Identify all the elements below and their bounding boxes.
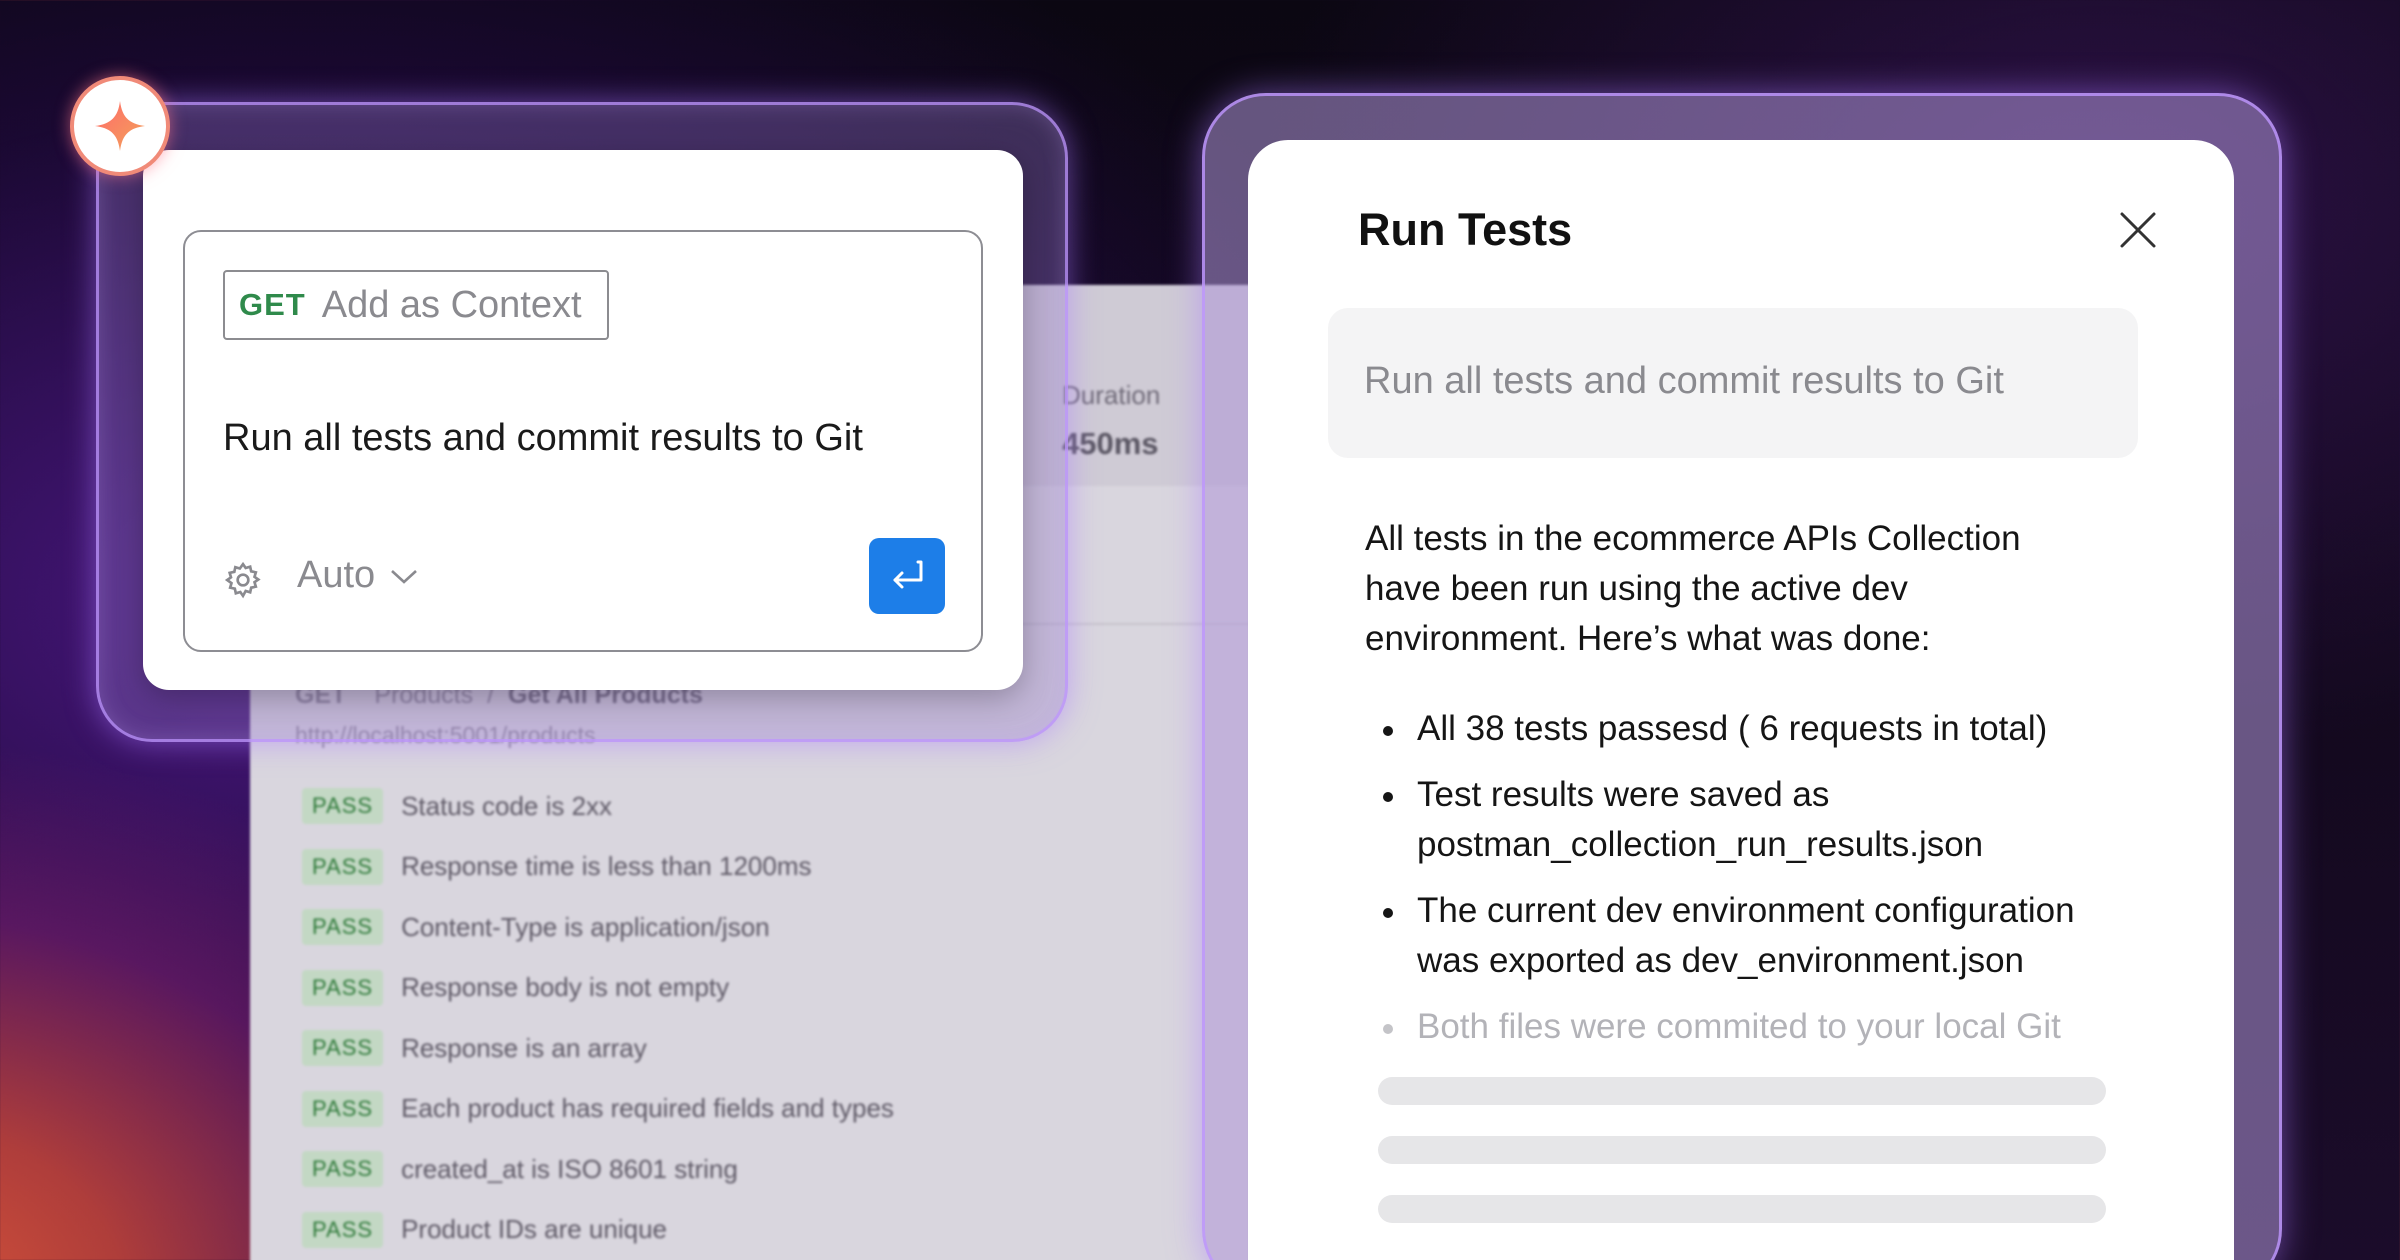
list-item: The current dev environment configuratio… — [1365, 886, 2125, 986]
pass-badge: PASS — [302, 848, 384, 885]
pass-badge: PASS — [302, 788, 384, 825]
chat-window: GET Add as Context Run all tests and com… — [143, 150, 1023, 690]
answer-intro: All tests in the ecommerce APIs Collecti… — [1365, 519, 2021, 658]
duration-label: Duration — [1062, 380, 1161, 410]
gear-icon[interactable] — [223, 560, 263, 600]
duration-value: 450ms — [1062, 426, 1159, 461]
test-name: Response is an array — [401, 1032, 647, 1063]
test-name: Response time is less than 1200ms — [401, 851, 812, 882]
add-context-chip[interactable]: GET Add as Context — [223, 270, 609, 340]
pass-badge: PASS — [302, 1030, 384, 1067]
test-row: PASS Response body is not empty — [302, 958, 894, 1019]
context-label: Add as Context — [321, 283, 582, 326]
sparkle-icon — [95, 101, 145, 151]
test-name: Status code is 2xx — [401, 790, 613, 821]
test-row: PASS Response is an array — [302, 1018, 894, 1079]
answer-list: All 38 tests passesd ( 6 requests in tot… — [1365, 704, 2125, 1068]
test-row: PASS created_at is ISO 8601 string — [302, 1139, 894, 1200]
test-name: Product IDs are unique — [401, 1214, 667, 1245]
context-method: GET — [239, 287, 306, 322]
list-item: All 38 tests passesd ( 6 requests in tot… — [1365, 704, 2125, 754]
test-list: PASS Status code is 2xx PASS Response time… — [302, 776, 894, 1260]
close-icon[interactable] — [2118, 210, 2158, 250]
loading-skeleton-line — [1378, 1136, 2106, 1164]
test-name: Response body is not empty — [401, 972, 730, 1003]
test-row: PASS Status code is 2xx — [302, 776, 894, 837]
ai-assistant-badge[interactable] — [70, 76, 170, 176]
panel-title: Run Tests — [1358, 204, 1573, 255]
prompt-input[interactable]: Run all tests and commit results to Git — [223, 417, 863, 460]
pass-badge: PASS — [302, 969, 384, 1006]
test-name: created_at is ISO 8601 string — [401, 1153, 738, 1184]
user-query-bubble: Run all tests and commit results to Git — [1328, 308, 2138, 458]
test-row: PASS Product IDs are unique — [302, 1200, 894, 1260]
model-select-value: Auto — [297, 554, 376, 596]
chevron-down-icon — [391, 569, 418, 584]
run-tests-panel: Run Tests Run all tests and commit resul… — [1248, 140, 2234, 1260]
pass-badge: PASS — [302, 1090, 384, 1127]
loading-skeleton-line — [1378, 1195, 2106, 1223]
pass-badge: PASS — [302, 909, 384, 946]
enter-return-icon — [893, 560, 923, 589]
test-row: PASS Response time is less than 1200ms — [302, 837, 894, 898]
pass-badge: PASS — [302, 1151, 384, 1188]
pass-badge: PASS — [302, 1211, 384, 1248]
list-item-streaming: Both files were commited to your local G… — [1365, 1002, 2125, 1052]
prompt-box[interactable]: GET Add as Context Run all tests and com… — [183, 230, 983, 652]
model-select[interactable]: Auto — [297, 554, 419, 597]
send-button[interactable] — [869, 538, 945, 614]
test-name: Each product has required fields and typ… — [401, 1093, 894, 1124]
test-row: PASS Each product has required fields and… — [302, 1079, 894, 1140]
test-name: Content-Type is application/json — [401, 911, 770, 942]
loading-skeleton-line — [1378, 1077, 2106, 1105]
list-item: Test results were saved as postman_colle… — [1365, 770, 2125, 870]
user-query-text: Run all tests and commit results to Git — [1364, 360, 2004, 402]
test-row: PASS Content-Type is application/json — [302, 897, 894, 958]
